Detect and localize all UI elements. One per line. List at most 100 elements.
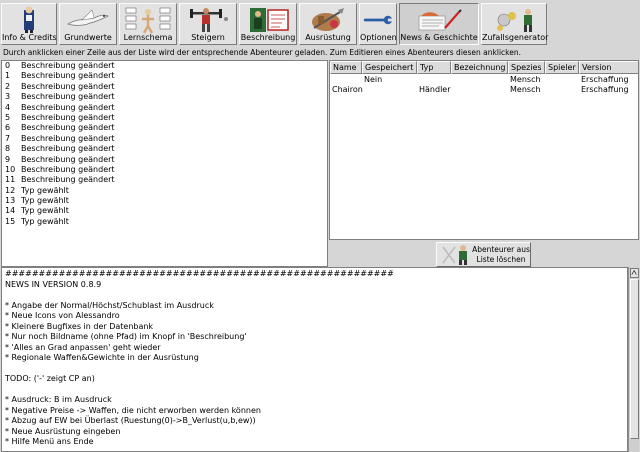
toolbar-button-zufallsgenerator[interactable]: Zufallsgenerator xyxy=(481,3,548,45)
column-header-name[interactable]: Name xyxy=(330,61,362,74)
table-cell[interactable] xyxy=(545,85,547,95)
list-item[interactable]: 5 Beschreibung geändert xyxy=(2,113,327,123)
dice-icon xyxy=(497,9,532,32)
toolbar-button-beschreibung[interactable]: Beschreibung xyxy=(239,3,297,45)
list-item-number: 1 xyxy=(5,71,11,81)
list-item-number: 10 xyxy=(5,164,16,174)
toolbar-button-grundwerte[interactable]: Grundwerte xyxy=(59,3,117,45)
news-line: * Kleinere Bugfixes in der Datenbank xyxy=(5,321,154,331)
list-item[interactable]: 1 Beschreibung geändert xyxy=(2,71,327,81)
toolbar-label: Optionen xyxy=(360,33,397,42)
toolbar-label: Beschreibung xyxy=(240,33,296,42)
weights-icon xyxy=(190,8,228,32)
news-line: * Abzug auf EW bei Überlast (Ruestung(0)… xyxy=(5,416,256,425)
table-cell[interactable] xyxy=(417,75,419,85)
list-item-number: 5 xyxy=(5,112,11,122)
table-cell[interactable]: Händler xyxy=(417,85,451,95)
news-line xyxy=(5,364,624,375)
list-item-text: Beschreibung geändert xyxy=(21,154,115,164)
table-cell[interactable] xyxy=(451,85,453,95)
list-item[interactable]: 15 Typ gewählt xyxy=(2,217,327,227)
change-history-list[interactable]: 0 Beschreibung geändert 1 Beschreibung geän… xyxy=(1,60,328,267)
toolbar-label: Grundwerte xyxy=(64,33,112,42)
column-header-spezies[interactable]: Spezies xyxy=(508,61,545,74)
column-header-typ[interactable]: Typ xyxy=(417,61,451,74)
news-line: NEWS IN VERSION 0.8.9 xyxy=(5,279,102,289)
list-item[interactable]: 2 Beschreibung geändert xyxy=(2,82,327,92)
list-item-text: Beschreibung geändert xyxy=(21,164,115,174)
column-header-version[interactable]: Version xyxy=(579,61,638,74)
schema-icon xyxy=(125,7,171,34)
news-line: * Neue Icons von Alessandro xyxy=(5,311,120,320)
table-cell[interactable]: Mensch xyxy=(508,75,541,85)
table-cell[interactable] xyxy=(362,85,364,95)
list-item-text: Typ gewählt xyxy=(21,185,69,195)
table-cell[interactable]: Erschaffung xyxy=(579,85,629,95)
column-header-gespeichert[interactable]: Gespeichert xyxy=(362,61,417,74)
delete-button-label-line1: Abenteurer aus xyxy=(472,245,530,254)
scroll-thumb[interactable] xyxy=(630,279,639,439)
list-item[interactable]: 7 Beschreibung geändert xyxy=(2,134,327,144)
delete-adventurer-button[interactable]: Abenteurer aus Liste löschen xyxy=(436,242,531,267)
column-header-bezeichnung[interactable]: Bezeichnung xyxy=(451,61,508,74)
toolbar-label: Ausrüstung xyxy=(305,33,351,42)
news-line: * Ausdruck: B im Ausdruck xyxy=(5,395,112,404)
main-toolbar: Info & Credits Grundwerte Lernschema Ste… xyxy=(0,0,640,46)
delete-adventurer-icon xyxy=(442,245,467,265)
table-cell[interactable] xyxy=(451,75,453,85)
news-line xyxy=(5,290,624,301)
list-item-number: 8 xyxy=(5,144,11,154)
toolbar-button-info-credits[interactable]: Info & Credits xyxy=(1,3,57,45)
list-item-number: 2 xyxy=(5,81,11,91)
toolbar-label: Steigern xyxy=(191,33,225,42)
list-item[interactable]: 0 Beschreibung geändert xyxy=(2,61,327,71)
table-cell[interactable]: Chairon xyxy=(330,85,363,95)
list-item-text: Beschreibung geändert xyxy=(21,175,115,185)
list-item-number: 13 xyxy=(5,196,16,206)
instruction-text: Durch anklicken einer Zeile aus der List… xyxy=(3,48,521,57)
list-item[interactable]: 14 Typ gewählt xyxy=(2,206,327,216)
list-item[interactable]: 12 Typ gewählt xyxy=(2,186,327,196)
news-line: * Neue Ausrüstung eingeben xyxy=(5,426,121,436)
list-item[interactable]: 3 Beschreibung geändert xyxy=(2,92,327,102)
table-cell[interactable]: Erschaffung xyxy=(579,75,629,85)
news-scrollbar[interactable] xyxy=(628,267,639,452)
table-header: Name Gespeichert Typ Bezeichnung Spezies… xyxy=(330,61,638,74)
column-header-spieler[interactable]: Spieler xyxy=(545,61,579,74)
list-item-number: 7 xyxy=(5,133,11,143)
list-item-text: Beschreibung geändert xyxy=(21,144,115,154)
list-item-text: Beschreibung geändert xyxy=(21,112,115,122)
toolbar-button-optionen[interactable]: Optionen xyxy=(359,3,397,45)
list-item[interactable]: 13 Typ gewählt xyxy=(2,196,327,206)
list-item-text: Typ gewählt xyxy=(21,196,69,206)
toolbar-button-ausruestung[interactable]: Ausrüstung xyxy=(299,3,357,45)
list-item[interactable]: 9 Beschreibung geändert xyxy=(2,155,327,165)
toolbar-label: Lernschema xyxy=(123,33,173,42)
list-item-text: Beschreibung geändert xyxy=(21,133,115,143)
list-item-text: Beschreibung geändert xyxy=(21,123,115,133)
scroll-up-arrow-icon[interactable] xyxy=(630,268,639,278)
adventurer-table[interactable]: Name Gespeichert Typ Bezeichnung Spezies… xyxy=(329,60,639,240)
toolbar-button-steigern[interactable]: Steigern xyxy=(179,3,237,45)
equipment-icon xyxy=(312,8,344,31)
table-cell[interactable]: Nein xyxy=(362,75,382,85)
table-cell[interactable] xyxy=(330,75,332,85)
news-text-area[interactable]: ########################################… xyxy=(1,267,628,452)
toolbar-label: News & Geschichte xyxy=(400,33,478,42)
list-item[interactable]: 10 Beschreibung geändert xyxy=(2,165,327,175)
list-item[interactable]: 8 Beschreibung geändert xyxy=(2,144,327,154)
figure-icon xyxy=(24,6,34,33)
toolbar-button-news-geschichte[interactable]: News & Geschichte xyxy=(399,3,479,45)
toolbar-button-lernschema[interactable]: Lernschema xyxy=(119,3,177,45)
table-cell[interactable]: Mensch xyxy=(508,85,541,95)
table-cell[interactable] xyxy=(545,75,547,85)
list-item-text: Typ gewählt xyxy=(21,206,69,216)
list-item-number: 9 xyxy=(5,154,11,164)
list-item[interactable]: 6 Beschreibung geändert xyxy=(2,123,327,133)
news-line xyxy=(5,385,624,396)
list-item[interactable]: 11 Beschreibung geändert xyxy=(2,175,327,185)
news-icon xyxy=(418,9,462,31)
list-item[interactable]: 4 Beschreibung geändert xyxy=(2,103,327,113)
list-item-number: 3 xyxy=(5,92,11,102)
list-item-text: Typ gewählt xyxy=(21,216,69,226)
